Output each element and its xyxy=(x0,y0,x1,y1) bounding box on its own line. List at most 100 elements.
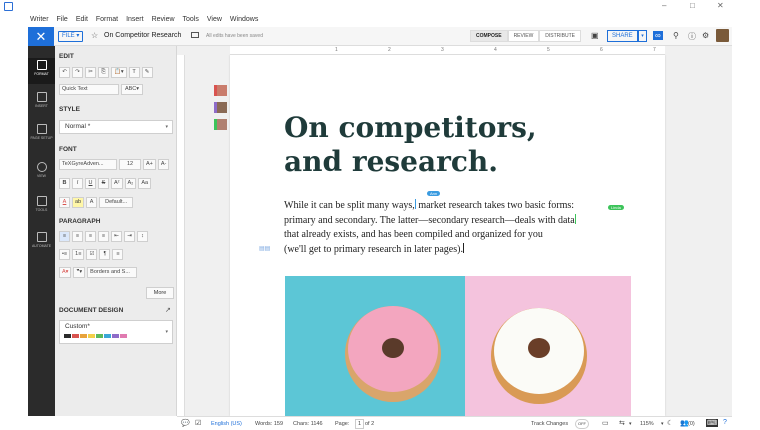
numbered-list-button[interactable]: 1≡ xyxy=(72,249,85,260)
share-button[interactable]: SHARE xyxy=(607,30,638,42)
info-icon[interactable]: ⓘ xyxy=(688,31,696,42)
font-family-dropdown[interactable]: TeXGyreAdven... xyxy=(59,159,117,170)
bold-button[interactable]: B xyxy=(59,178,70,189)
minimize-icon[interactable]: – xyxy=(662,1,666,10)
star-icon[interactable]: ☆ xyxy=(91,31,98,40)
highlight-button[interactable]: ab xyxy=(72,197,85,208)
strikethrough-button[interactable]: S xyxy=(98,178,109,189)
font-shrink-button[interactable]: A- xyxy=(157,159,170,170)
menu-edit[interactable]: Edit xyxy=(76,16,88,23)
menu-review[interactable]: Review xyxy=(152,16,175,23)
rail-page-setup[interactable]: PAGE SETUP xyxy=(28,124,55,140)
zoom-level[interactable]: 115% xyxy=(640,421,654,427)
layout-icon[interactable]: ▭ xyxy=(602,419,609,427)
donut-image[interactable] xyxy=(285,276,631,416)
chat-icon[interactable]: 💬 xyxy=(181,419,190,427)
underline-button[interactable]: U xyxy=(85,178,96,189)
shading-button[interactable]: A▾ xyxy=(59,267,72,278)
pilcrow-button[interactable]: ¶ xyxy=(99,249,111,260)
settings-icon[interactable]: ⚙ xyxy=(702,31,709,40)
rail-tools[interactable]: TOOLS xyxy=(28,196,55,212)
present-icon[interactable]: ▣ xyxy=(591,31,599,40)
decrease-indent-button[interactable]: ⇤ xyxy=(111,231,122,242)
menu-windows[interactable]: Windows xyxy=(230,16,258,23)
style-dropdown[interactable]: Normal * ▾ xyxy=(59,120,173,134)
paragraph-options-button[interactable]: ≡ xyxy=(112,249,124,260)
doc-check-icon[interactable]: ☑ xyxy=(195,419,201,427)
file-menu-button[interactable]: FILE ▾ xyxy=(58,31,84,42)
menu-file[interactable]: File xyxy=(57,16,68,23)
user-avatar[interactable] xyxy=(716,29,729,42)
collaborator-avatar[interactable] xyxy=(214,85,227,96)
track-changes-toggle[interactable]: OFF xyxy=(575,419,589,429)
zoom-dropdown-icon[interactable]: ▾ xyxy=(661,421,664,427)
close-document-button[interactable]: ✕ xyxy=(28,27,54,46)
night-mode-icon[interactable]: ☾ xyxy=(667,419,673,427)
superscript-button[interactable]: A² xyxy=(111,178,123,189)
text-effects-button[interactable]: A xyxy=(86,197,98,208)
menu-view[interactable]: View xyxy=(207,16,222,23)
font-size-dropdown[interactable]: 12 xyxy=(119,159,141,170)
paste-button[interactable]: 📋▾ xyxy=(111,67,127,78)
borders-and-shading-button[interactable]: Borders and S... xyxy=(87,267,138,278)
align-right-button[interactable]: ≡ xyxy=(85,231,96,242)
checklist-button[interactable]: ☑ xyxy=(86,249,98,260)
horizontal-ruler[interactable]: 1 2 3 4 5 6 7 xyxy=(230,46,665,55)
italic-button[interactable]: I xyxy=(72,178,83,189)
word-count[interactable]: Words: 159 xyxy=(255,421,283,427)
font-color-button[interactable]: A xyxy=(59,197,70,208)
quote-button[interactable]: ❞▾ xyxy=(73,267,86,278)
change-case-button[interactable]: Aa xyxy=(138,178,152,189)
rail-automate[interactable]: AUTOMATE xyxy=(28,232,55,248)
menu-insert[interactable]: Insert xyxy=(126,16,144,23)
increase-indent-button[interactable]: ⇥ xyxy=(124,231,135,242)
collaborator-avatar[interactable] xyxy=(214,102,227,113)
tab-review[interactable]: REVIEW xyxy=(507,30,540,42)
tab-distribute[interactable]: DISTRIBUTE xyxy=(539,30,582,42)
text-format-button[interactable]: T xyxy=(128,67,140,78)
maximize-icon[interactable]: □ xyxy=(690,1,695,10)
document-title[interactable]: On Competitor Research xyxy=(104,32,181,39)
document-heading[interactable]: On competitors, and research. xyxy=(284,111,614,179)
share-users-icon[interactable]: ⚲ xyxy=(673,31,679,40)
language-selector[interactable]: English (US) xyxy=(211,421,242,427)
rail-format[interactable]: FORMAT xyxy=(28,58,55,84)
comment-marker-icon[interactable]: ▤▤ xyxy=(259,245,270,252)
external-link-icon[interactable]: ↗ xyxy=(165,306,171,314)
spellcheck-button[interactable]: ABC▾ xyxy=(121,84,143,95)
char-count[interactable]: Chars: 1146 xyxy=(293,421,323,427)
vertical-ruler[interactable] xyxy=(177,55,185,416)
zoom-out-icon[interactable]: ▾ xyxy=(629,421,632,427)
font-grow-button[interactable]: A+ xyxy=(143,159,156,170)
bullet-list-button[interactable]: •≡ xyxy=(59,249,71,260)
rail-view[interactable]: VIEW xyxy=(28,162,55,178)
document-body[interactable]: While it can be split many ways, market … xyxy=(284,199,624,257)
close-window-icon[interactable]: ✕ xyxy=(717,1,724,10)
menu-tools[interactable]: Tools xyxy=(183,16,199,23)
redo-button[interactable]: ↷ xyxy=(72,67,83,78)
collaboration-icon[interactable]: ∞ xyxy=(653,31,663,40)
clear-format-button[interactable]: ✎ xyxy=(141,67,153,78)
collaborator-avatar[interactable] xyxy=(214,119,227,130)
tab-compose[interactable]: COMPOSE xyxy=(470,30,508,42)
quick-text-button[interactable]: Quick Text xyxy=(59,84,119,95)
default-font-button[interactable]: Default... xyxy=(99,197,134,208)
page-number-input[interactable]: 1 xyxy=(355,419,365,429)
align-center-button[interactable]: ≡ xyxy=(72,231,83,242)
keyboard-icon[interactable]: ⌨ xyxy=(706,419,719,427)
more-paragraph-options-button[interactable]: More xyxy=(146,287,174,299)
copy-button[interactable]: ⎘ xyxy=(98,67,109,78)
undo-button[interactable]: ↶ xyxy=(59,67,70,78)
justify-button[interactable]: ≡ xyxy=(98,231,109,242)
menu-writer[interactable]: Writer xyxy=(30,16,49,23)
line-spacing-button[interactable]: ↕ xyxy=(137,231,148,242)
page-width-icon[interactable]: ⇆ xyxy=(619,419,625,427)
help-icon[interactable]: ? xyxy=(723,419,727,426)
cut-button[interactable]: ✂ xyxy=(85,67,96,78)
align-left-button[interactable]: ≡ xyxy=(59,231,70,242)
menu-format[interactable]: Format xyxy=(96,16,118,23)
document-design-dropdown[interactable]: Custom* ▾ xyxy=(59,320,173,344)
rail-insert[interactable]: INSERT xyxy=(28,92,55,108)
subscript-button[interactable]: A₂ xyxy=(124,178,137,189)
folder-icon[interactable] xyxy=(191,32,199,38)
